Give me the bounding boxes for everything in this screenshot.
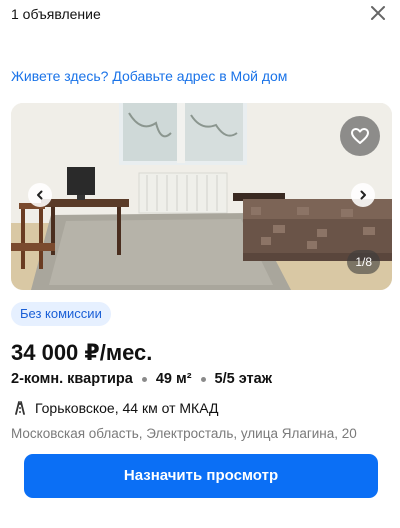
no-commission-badge: Без комиссии (11, 302, 111, 326)
heart-icon (351, 128, 369, 144)
close-icon (371, 6, 385, 20)
road-icon (15, 401, 25, 415)
chevron-right-icon (360, 190, 366, 200)
results-count: 1 объявление (11, 6, 101, 22)
road-info: Горьковское, 44 км от МКАД (11, 400, 218, 416)
photo-gallery[interactable]: 1/8 (11, 103, 392, 290)
schedule-viewing-button[interactable]: Назначить просмотр (24, 454, 378, 498)
rooms: 2-комн. квартира (11, 371, 133, 387)
listing-address: Московская область, Электросталь, улица … (11, 426, 357, 441)
next-photo-button[interactable] (351, 183, 375, 207)
listing-specs: 2-комн. квартира 49 м² 5/5 этаж (11, 371, 272, 387)
close-button[interactable] (369, 4, 387, 22)
chevron-left-icon (37, 190, 43, 200)
prev-photo-button[interactable] (28, 183, 52, 207)
road-text: Горьковское, 44 км от МКАД (35, 400, 219, 416)
listing-photo (11, 103, 392, 290)
area: 49 м² (155, 371, 192, 387)
photo-counter: 1/8 (347, 250, 380, 274)
my-home-link[interactable]: Живете здесь? Добавьте адрес в Мой дом (11, 68, 287, 84)
favorite-button[interactable] (340, 116, 380, 156)
floor: 5/5 этаж (214, 371, 272, 387)
separator-dot (141, 376, 147, 382)
listing-price: 34 000 ₽/мес. (11, 340, 153, 365)
separator-dot (200, 376, 206, 382)
